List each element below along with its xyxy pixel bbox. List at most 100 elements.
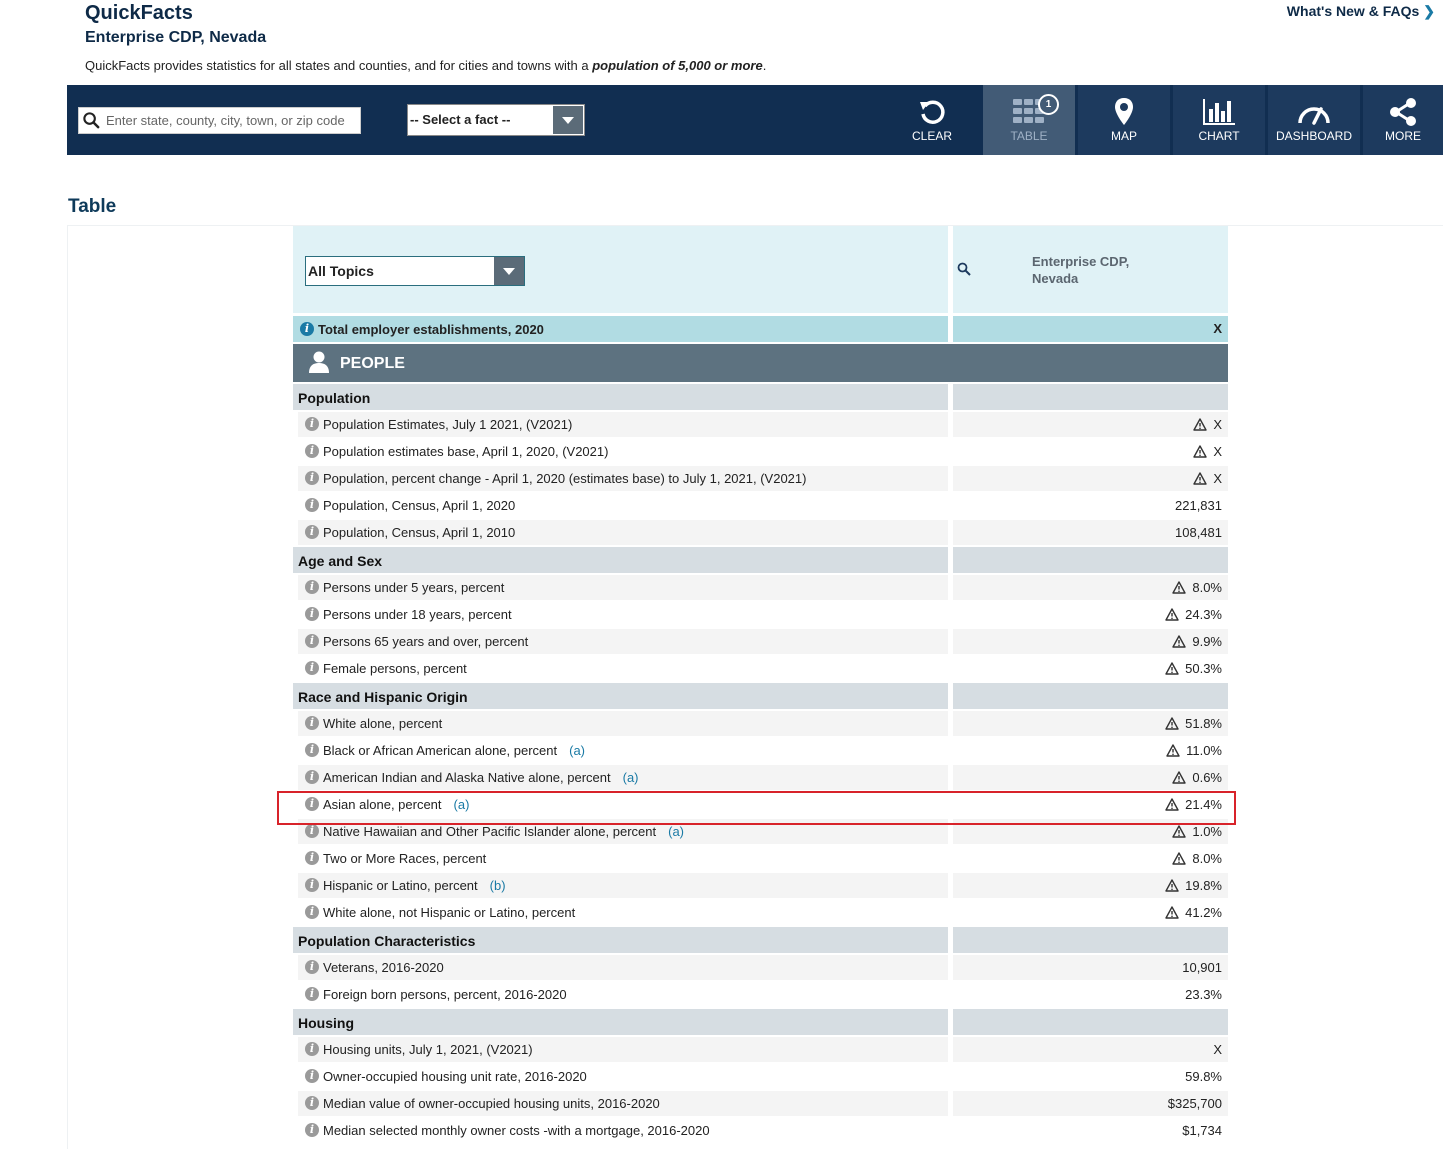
info-icon[interactable]: i	[305, 1096, 319, 1110]
footnote-link[interactable]: (a)	[668, 824, 684, 839]
footnote-link[interactable]: (a)	[454, 797, 470, 812]
table-row[interactable]: i Hispanic or Latino, percent (b) 19.8%	[293, 873, 1228, 898]
table-row[interactable]: i Population, Census, April 1, 2020 221,83…	[293, 493, 1228, 518]
warning-icon[interactable]	[1165, 717, 1179, 730]
search-box[interactable]	[78, 107, 361, 134]
info-icon[interactable]: i	[305, 987, 319, 1001]
table-row[interactable]: i Veterans, 2016-2020 10,901	[293, 955, 1228, 980]
table-row[interactable]: i Housing units, July 1, 2021, (V2021) X	[293, 1037, 1228, 1062]
table-row[interactable]: i Owner-occupied housing unit rate, 2016-…	[293, 1064, 1228, 1089]
info-icon[interactable]: i	[305, 580, 319, 594]
table-row[interactable]: i Median value of owner-occupied housing …	[293, 1091, 1228, 1116]
warning-icon[interactable]	[1165, 608, 1179, 621]
table-row[interactable]: i Population, percent change - April 1, 2…	[293, 466, 1228, 491]
info-icon[interactable]: i	[305, 607, 319, 621]
table-row[interactable]: i White alone, percent 51.8%	[293, 711, 1228, 736]
dashboard-button[interactable]: DASHBOARD	[1268, 85, 1360, 155]
info-icon[interactable]: i	[305, 878, 319, 892]
search-input[interactable]	[103, 108, 358, 133]
footnote-link[interactable]: (a)	[623, 770, 639, 785]
section-title: Table	[68, 196, 117, 217]
warning-icon[interactable]	[1172, 635, 1187, 648]
fact-value: X	[1213, 1042, 1222, 1057]
warning-icon[interactable]	[1165, 879, 1179, 892]
table-row[interactable]: i Female persons, percent 50.3%	[293, 656, 1228, 681]
fact-label: Veterans, 2016-2020	[323, 960, 444, 975]
info-icon[interactable]: i	[305, 797, 319, 811]
info-icon[interactable]: i	[305, 444, 319, 458]
table-row[interactable]: i Population Estimates, July 1 2021, (V20…	[293, 412, 1228, 437]
chart-button[interactable]: CHART	[1173, 85, 1265, 155]
info-icon[interactable]: i	[305, 770, 319, 784]
table-row[interactable]: i American Indian and Alaska Native alone…	[293, 765, 1228, 790]
info-icon[interactable]: i	[305, 661, 319, 675]
warning-icon[interactable]	[1165, 798, 1179, 811]
footnote-link[interactable]: (a)	[569, 743, 585, 758]
table-row[interactable]: i Persons under 18 years, percent 24.3%	[293, 602, 1228, 627]
info-icon[interactable]: i	[305, 716, 319, 730]
table-body: Population i Population Estimates, July 1 …	[293, 384, 1228, 1143]
warning-icon[interactable]	[1165, 906, 1179, 919]
fact-value: 10,901	[1182, 960, 1222, 975]
info-icon[interactable]: i	[305, 851, 319, 865]
clear-button[interactable]: CLEAR	[886, 85, 978, 155]
whats-new-link[interactable]: What's New & FAQs ❯	[1287, 3, 1435, 20]
info-icon[interactable]: i	[305, 905, 319, 919]
warning-icon[interactable]	[1166, 744, 1180, 757]
warning-icon[interactable]	[1165, 662, 1179, 675]
fact-value: 8.0%	[1172, 580, 1222, 595]
fact-value: 59.8%	[1185, 1069, 1222, 1084]
topics-select[interactable]: All Topics	[305, 256, 525, 286]
table-row[interactable]: i Two or More Races, percent 8.0%	[293, 846, 1228, 871]
warning-icon[interactable]	[1193, 418, 1208, 431]
share-icon	[1390, 98, 1416, 126]
fact-label: White alone, percent	[323, 716, 443, 731]
warning-icon[interactable]	[1172, 581, 1187, 594]
category-label: Population Characteristics	[298, 933, 476, 949]
info-icon[interactable]: i	[305, 471, 319, 485]
table-row[interactable]: i Population estimates base, April 1, 202…	[293, 439, 1228, 464]
warning-icon[interactable]	[1172, 852, 1187, 865]
info-icon[interactable]: i	[305, 743, 319, 757]
table-row[interactable]: i Population, Census, April 1, 2010 108,48…	[293, 520, 1228, 545]
info-icon[interactable]: i	[305, 824, 319, 838]
warning-icon[interactable]	[1193, 472, 1208, 485]
info-icon[interactable]: i	[305, 417, 319, 431]
table-label: TABLE	[1010, 129, 1048, 143]
search-icon[interactable]	[957, 262, 971, 276]
table-button[interactable]: 1 TABLE	[983, 85, 1075, 155]
map-button[interactable]: MAP	[1078, 85, 1170, 155]
table-row[interactable]: i Persons 65 years and over, percent 9.9%	[293, 629, 1228, 654]
category-label: Population	[298, 390, 371, 406]
table-row[interactable]: i White alone, not Hispanic or Latino, pe…	[293, 900, 1228, 925]
fact-label: Housing units, July 1, 2021, (V2021)	[323, 1042, 533, 1057]
footnote-link[interactable]: (b)	[490, 878, 506, 893]
fact-value: 19.8%	[1165, 878, 1222, 893]
facts-table: All Topics Enterprise CDP, Nevada i Total…	[293, 226, 1228, 1143]
info-icon[interactable]: i	[305, 634, 319, 648]
fact-value: 11.0%	[1166, 743, 1222, 758]
info-icon[interactable]: i	[305, 1123, 319, 1137]
more-button[interactable]: MORE	[1363, 85, 1443, 155]
info-icon[interactable]: i	[305, 1069, 319, 1083]
warning-icon[interactable]	[1172, 825, 1187, 838]
table-row[interactable]: i Foreign born persons, percent, 2016-202…	[293, 982, 1228, 1007]
fact-value: 221,831	[1175, 498, 1222, 513]
warning-icon[interactable]	[1193, 445, 1208, 458]
fact-select[interactable]: -- Select a fact --	[407, 104, 585, 136]
selected-fact-row[interactable]: i Total employer establishments, 2020 X	[293, 316, 1228, 342]
fact-label: Two or More Races, percent	[323, 851, 487, 866]
info-icon[interactable]: i	[300, 322, 314, 336]
warning-icon[interactable]	[1172, 771, 1187, 784]
table-row[interactable]: i Asian alone, percent (a) 21.4%	[293, 792, 1228, 817]
table-row[interactable]: i Black or African American alone, percen…	[293, 738, 1228, 763]
table-row[interactable]: i Median selected monthly owner costs -wi…	[293, 1118, 1228, 1143]
info-icon[interactable]: i	[305, 960, 319, 974]
table-row[interactable]: i Persons under 5 years, percent 8.0%	[293, 575, 1228, 600]
table-count-badge: 1	[1038, 94, 1059, 115]
info-icon[interactable]: i	[305, 1042, 319, 1056]
people-section-bar[interactable]: PEOPLE	[293, 344, 1228, 382]
info-icon[interactable]: i	[305, 498, 319, 512]
table-row[interactable]: i Native Hawaiian and Other Pacific Islan…	[293, 819, 1228, 844]
info-icon[interactable]: i	[305, 525, 319, 539]
